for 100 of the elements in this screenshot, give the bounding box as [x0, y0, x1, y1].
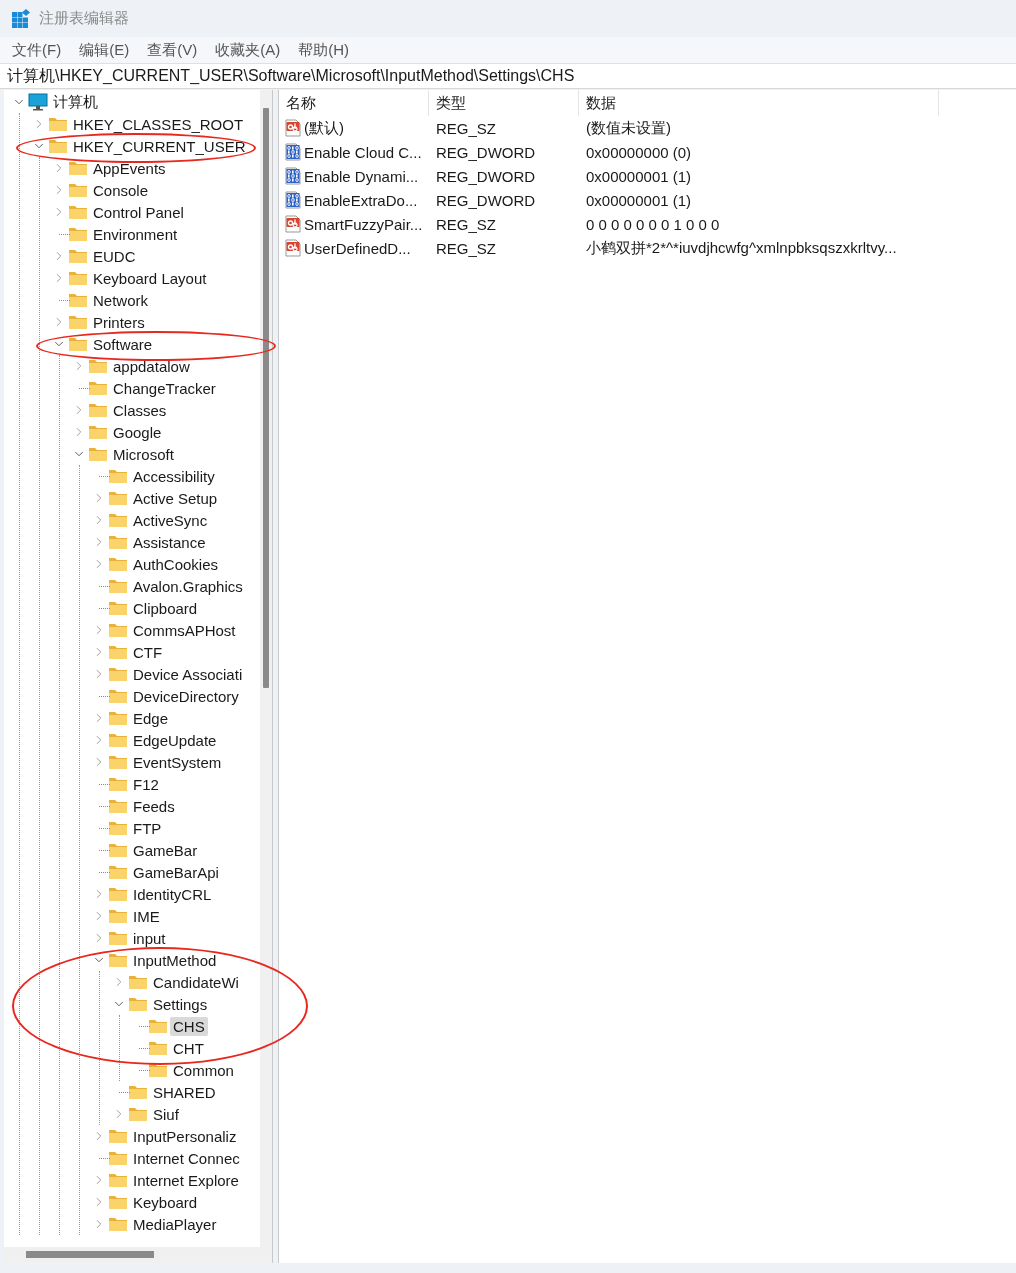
tree-item[interactable]: InputMethod — [130, 950, 220, 970]
column-header[interactable]: 数据 — [579, 90, 939, 116]
folder-icon — [108, 556, 128, 572]
folder-icon — [108, 490, 128, 506]
scrollbar-thumb[interactable] — [26, 1251, 154, 1258]
tree-item[interactable]: GameBarApi — [130, 862, 222, 882]
folder-icon — [68, 226, 88, 242]
folder-icon — [108, 468, 128, 484]
tree-item[interactable]: Keyboard — [130, 1192, 201, 1212]
tree-item[interactable]: EventSystem — [130, 752, 225, 772]
column-header[interactable]: 类型 — [429, 90, 579, 116]
tree-item[interactable]: F12 — [130, 774, 162, 794]
tree-item[interactable]: Keyboard Layout — [90, 268, 210, 288]
tree-item[interactable]: Console — [90, 180, 152, 200]
tree-item[interactable]: Control Panel — [90, 202, 187, 222]
folder-icon — [88, 424, 108, 440]
tree-item[interactable]: HKEY_CURRENT_USER — [70, 136, 249, 156]
folder-icon — [88, 402, 108, 418]
folder-icon — [48, 116, 68, 132]
tree-item[interactable]: AuthCookies — [130, 554, 222, 574]
menu-item[interactable]: 编辑(E) — [79, 40, 130, 60]
tree-item[interactable]: ActiveSync — [130, 510, 211, 530]
tree-item[interactable]: CHS — [170, 1016, 208, 1036]
tree-item[interactable]: Assistance — [130, 532, 209, 552]
tree-item[interactable]: Environment — [90, 224, 181, 244]
menu-item[interactable]: 查看(V) — [147, 40, 198, 60]
binary-value-icon — [284, 167, 302, 185]
value-name[interactable]: SmartFuzzyPair... — [304, 215, 423, 233]
table-cell-text: 0x00000000 (0) — [585, 142, 693, 163]
tree-item[interactable]: Feeds — [130, 796, 178, 816]
tree-item[interactable]: CTF — [130, 642, 166, 662]
folder-icon — [88, 446, 108, 462]
menu-item[interactable]: 收藏夹(A) — [215, 40, 281, 60]
tree-item[interactable]: Siuf — [150, 1104, 182, 1124]
value-name[interactable]: UserDefinedD... — [304, 239, 411, 257]
address-bar[interactable]: 计算机\HKEY_CURRENT_USER\Software\Microsoft\InputMethod\Settings\CHS — [0, 63, 1016, 89]
value-name[interactable]: Enable Cloud C... — [304, 143, 422, 161]
folder-icon — [148, 1040, 168, 1056]
tree-item[interactable]: CHT — [170, 1038, 207, 1058]
tree-item[interactable]: Accessibility — [130, 466, 218, 486]
tree-item[interactable]: CandidateWi — [150, 972, 242, 992]
tree-item[interactable]: input — [130, 928, 169, 948]
tree-item[interactable]: Device Associati — [130, 664, 246, 684]
tree-item[interactable]: IME — [130, 906, 163, 926]
folder-icon — [128, 1084, 148, 1100]
tree-item[interactable]: Clipboard — [130, 598, 201, 618]
tree-item[interactable]: 计算机 — [50, 91, 101, 113]
value-name[interactable]: Enable Dynami... — [304, 167, 419, 185]
menu-item[interactable]: 帮助(H) — [298, 40, 349, 60]
value-name[interactable]: (默认) — [304, 118, 344, 138]
folder-icon — [68, 204, 88, 220]
table-cell-text: 0x00000001 (1) — [585, 190, 693, 211]
tree-item[interactable]: EdgeUpdate — [130, 730, 220, 750]
tree-item[interactable]: Microsoft — [110, 444, 177, 464]
tree-item[interactable]: DeviceDirectory — [130, 686, 242, 706]
folder-icon — [108, 1128, 128, 1144]
tree-item[interactable]: IdentityCRL — [130, 884, 215, 904]
tree-item[interactable]: HKEY_CLASSES_ROOT — [70, 114, 247, 134]
folder-icon — [108, 754, 128, 770]
column-header[interactable]: 名称 — [279, 90, 429, 116]
string-value-icon — [284, 215, 302, 233]
tree-item[interactable]: Internet Explore — [130, 1170, 242, 1190]
tree-item[interactable]: EUDC — [90, 246, 139, 266]
tree-item[interactable]: SHARED — [150, 1082, 219, 1102]
folder-icon — [108, 578, 128, 594]
string-value-icon — [284, 119, 302, 137]
folder-icon — [108, 644, 128, 660]
value-name[interactable]: EnableExtraDo... — [304, 191, 418, 209]
tree-item[interactable]: Software — [90, 334, 156, 354]
scrollbar-thumb[interactable] — [263, 108, 269, 688]
folder-icon — [148, 1018, 168, 1034]
tree-item[interactable]: Settings — [150, 994, 211, 1014]
monitor-icon — [28, 93, 48, 111]
folder-icon — [88, 358, 108, 374]
tree-item[interactable]: Common — [170, 1060, 237, 1080]
tree-item[interactable]: InputPersonaliz — [130, 1126, 240, 1146]
menu-item[interactable]: 文件(F) — [12, 40, 62, 60]
table-cell-text: REG_DWORD — [435, 142, 537, 163]
tree-item[interactable]: GameBar — [130, 840, 201, 860]
folder-icon — [108, 930, 128, 946]
tree-item[interactable]: Google — [110, 422, 165, 442]
tree-item[interactable]: Classes — [110, 400, 170, 420]
tree-item[interactable]: Printers — [90, 312, 148, 332]
tree-item[interactable]: Network — [90, 290, 151, 310]
folder-icon — [128, 996, 148, 1012]
table-cell-text: REG_SZ — [435, 118, 497, 139]
table-cell-text: REG_SZ — [435, 214, 497, 235]
tree-item[interactable]: AppEvents — [90, 158, 169, 178]
tree-item[interactable]: Internet Connec — [130, 1148, 243, 1168]
tree-item[interactable]: CommsAPHost — [130, 620, 239, 640]
folder-icon — [128, 974, 148, 990]
tree-item[interactable]: MediaPlayer — [130, 1214, 220, 1234]
tree-item[interactable]: appdatalow — [110, 356, 193, 376]
tree-item[interactable]: Avalon.Graphics — [130, 576, 246, 596]
tree-item[interactable]: Active Setup — [130, 488, 221, 508]
tree-item[interactable]: Edge — [130, 708, 172, 728]
folder-icon — [108, 600, 128, 616]
table-cell-text: REG_DWORD — [435, 166, 537, 187]
tree-item[interactable]: ChangeTracker — [110, 378, 219, 398]
tree-item[interactable]: FTP — [130, 818, 165, 838]
